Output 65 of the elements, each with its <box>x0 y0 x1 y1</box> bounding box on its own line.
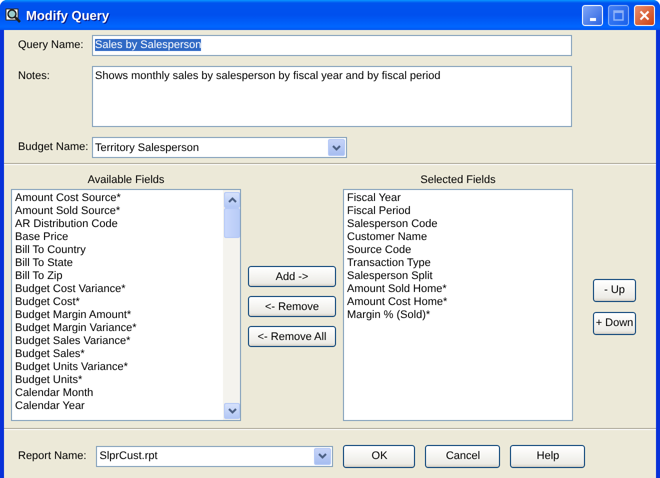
transfer-button[interactable]: Add -> <box>248 266 336 287</box>
maximize-button[interactable] <box>608 4 629 26</box>
order-button[interactable]: + Down <box>593 312 636 334</box>
dropdown[interactable]: Territory Salesperson <box>92 137 347 158</box>
dropdown-button[interactable] <box>314 448 332 464</box>
list-item[interactable]: Bill To Zip <box>15 270 220 283</box>
caret-down-icon <box>332 144 341 150</box>
list-item[interactable]: Calendar Year <box>15 400 220 413</box>
list-item[interactable]: Fiscal Period <box>347 205 569 218</box>
list-item[interactable]: Budget Units Variance* <box>15 361 220 374</box>
minimize-button[interactable] <box>582 4 603 26</box>
list-item[interactable]: Transaction Type <box>347 257 569 270</box>
list-item[interactable]: Fiscal Year <box>347 192 569 205</box>
list-item[interactable]: Budget Units* <box>15 374 220 387</box>
transfer-button[interactable]: <- Remove All <box>248 326 336 347</box>
dropdown[interactable]: SlprCust.rpt <box>96 446 334 466</box>
list-item[interactable]: Amount Cost Home* <box>347 296 569 309</box>
list-item[interactable]: Bill To Country <box>15 244 220 257</box>
list-item[interactable]: Budget Cost* <box>15 296 220 309</box>
list-item[interactable]: Base Price <box>15 231 220 244</box>
list-heading: Selected Fields <box>420 174 496 186</box>
list-item[interactable]: Salesperson Split <box>347 270 569 283</box>
list-item[interactable]: Calendar Month <box>15 387 220 400</box>
list-item[interactable]: Customer Name <box>347 231 569 244</box>
input-field[interactable]: Sales by Salesperson <box>92 35 572 56</box>
maximize-icon <box>613 10 624 20</box>
dropdown-button[interactable] <box>328 139 345 156</box>
list-item[interactable]: Budget Sales* <box>15 348 220 361</box>
list-item[interactable]: Budget Margin Amount* <box>15 309 220 322</box>
list-item[interactable]: Amount Sold Source* <box>15 205 220 218</box>
list-box[interactable] <box>11 189 241 421</box>
list-item[interactable]: Amount Cost Source* <box>15 192 220 205</box>
minimize-icon <box>590 18 596 20</box>
list-item[interactable]: Budget Margin Variance* <box>15 322 220 335</box>
list-item[interactable]: AR Distribution Code <box>15 218 220 231</box>
list-item[interactable]: Bill To State <box>15 257 220 270</box>
notes-field[interactable]: Shows monthly sales by salesperson by fiscal year and by fiscal period <box>92 66 572 127</box>
dialog-button[interactable]: Cancel <box>425 444 500 468</box>
list-item[interactable]: Budget Sales Variance* <box>15 335 220 348</box>
scroll-up-button[interactable] <box>224 192 240 208</box>
field-label: Query Name: <box>18 38 84 51</box>
list-item[interactable]: Amount Sold Home* <box>347 283 569 296</box>
caret-down-icon <box>318 453 328 459</box>
scrollbar[interactable] <box>223 190 240 420</box>
field-label: Budget Name: <box>18 140 90 153</box>
close-button[interactable] <box>634 4 655 26</box>
field-label: Report Name: <box>18 450 86 462</box>
scroll-thumb[interactable] <box>224 208 240 238</box>
list-heading: Available Fields <box>88 174 164 186</box>
list-item[interactable]: Budget Cost Variance* <box>15 283 220 296</box>
order-button[interactable]: - Up <box>593 278 636 302</box>
caret-up-icon <box>228 197 236 203</box>
list-item[interactable]: Salesperson Code <box>347 218 569 231</box>
window-title: Modify Query <box>26 8 110 22</box>
close-icon <box>639 10 650 20</box>
caret-down-icon <box>228 408 236 414</box>
magnifier-icon <box>5 7 21 23</box>
scroll-down-button[interactable] <box>224 403 240 419</box>
dialog-button[interactable]: OK <box>343 444 416 468</box>
list-item[interactable]: Margin % (Sold)* <box>347 309 569 322</box>
transfer-button[interactable]: <- Remove <box>248 296 336 317</box>
field-label: Notes: <box>18 69 51 82</box>
list-item[interactable]: Source Code <box>347 244 569 257</box>
list-box[interactable]: Fiscal Year Fiscal Period Salesperson Code Customer Name Source Code Transaction Type Salesperson Split Amount Sold Home* Amount Cost Home* Margin % (Sold)* <box>343 189 573 421</box>
dialog-button[interactable]: Help <box>510 444 586 468</box>
